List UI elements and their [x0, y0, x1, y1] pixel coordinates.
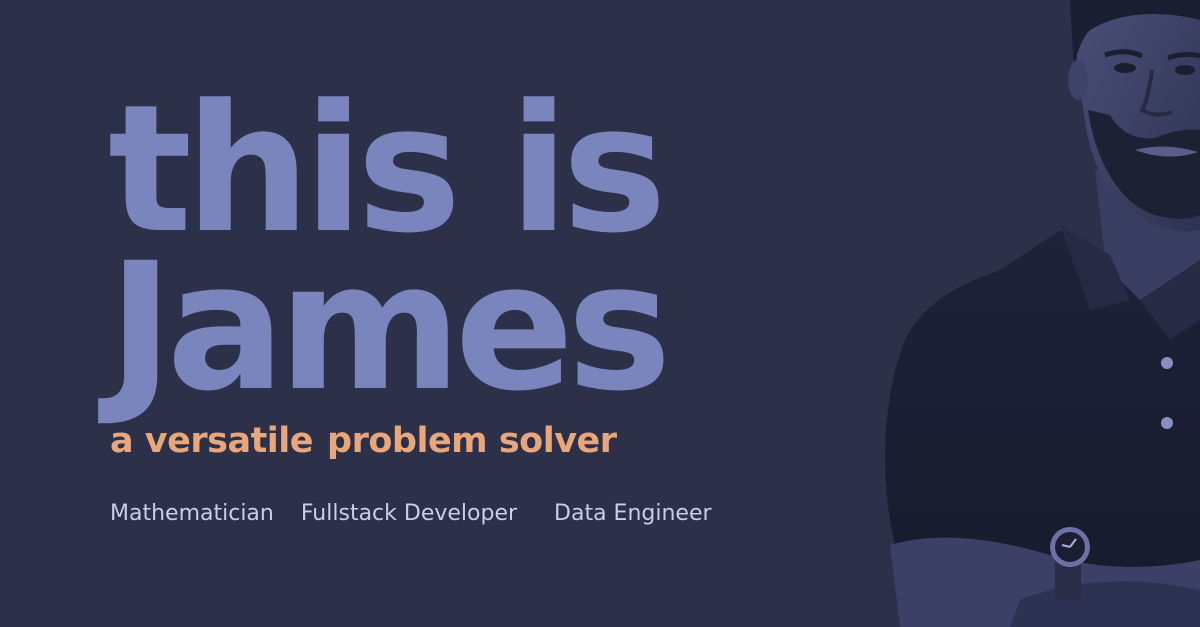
role-fullstack-developer: Fullstack Developer [300, 501, 518, 526]
role-mathematician: Mathematician [110, 501, 274, 526]
tagline-part-1: a versatile [110, 421, 314, 461]
banner: this is James a versatile problem solver … [0, 0, 1200, 627]
role-data-engineer: Data Engineer [554, 501, 712, 526]
tagline-part-2: problem solver [327, 421, 617, 461]
person-portrait-icon [885, 0, 1200, 627]
roles-list: Mathematician Fullstack Developer Data E… [110, 503, 712, 525]
headline-line-2: James [108, 225, 672, 430]
tagline: a versatile problem solver [110, 424, 617, 459]
